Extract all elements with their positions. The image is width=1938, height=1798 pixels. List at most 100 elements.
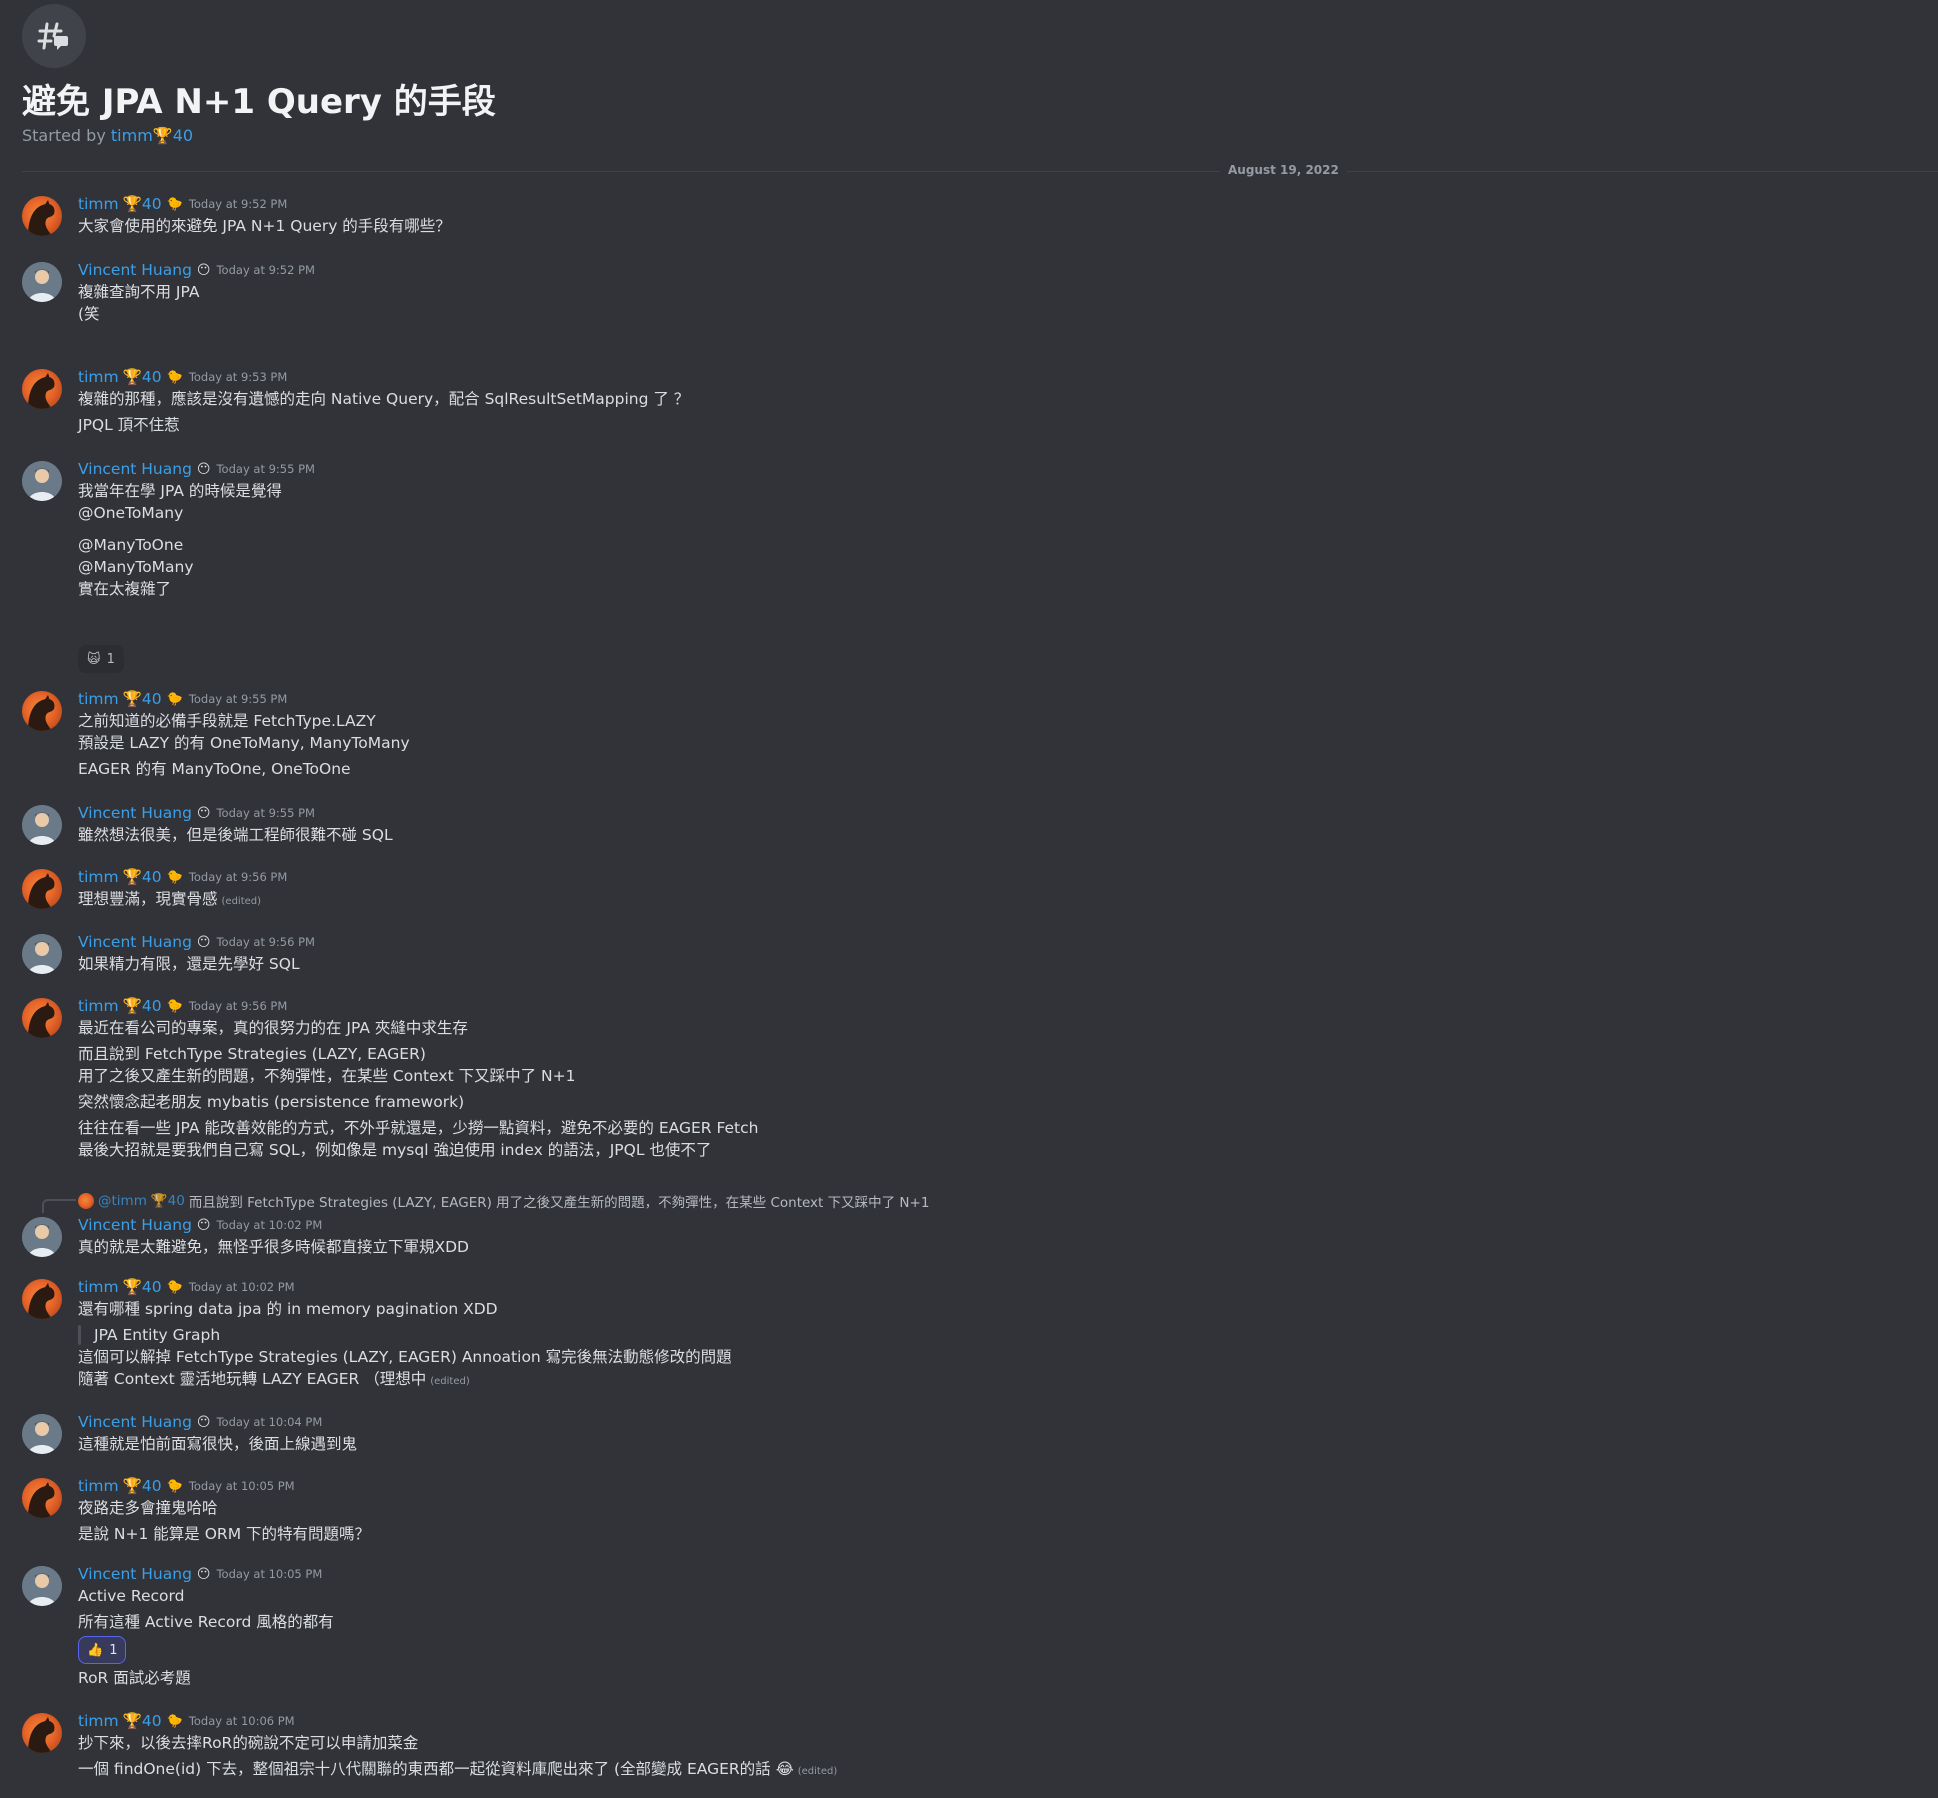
message: timm 🏆40 🐤 Today at 9:55 PM 之前知道的必備手段就是 Fetc… (22, 689, 1902, 778)
message-line: 真的就是太難避免，無怪乎很多時候都直接立下軍規XDD (78, 1238, 469, 1256)
reply-connector (42, 1199, 76, 1213)
username[interactable]: timm (78, 1477, 119, 1495)
trophy-badge: 🏆40 (122, 195, 162, 213)
avatar[interactable] (22, 369, 62, 409)
username[interactable]: timm (78, 1712, 119, 1730)
message-line: 複雜的那種，應該是沒有遺憾的走向 Native Query，配合 SqlResu… (78, 390, 690, 408)
message-line: 複雜查詢不用 JPA (78, 283, 200, 301)
username[interactable]: Vincent Huang (78, 1565, 192, 1583)
timestamp: Today at 10:06 PM (188, 1714, 295, 1728)
face-icon: 😶 (196, 934, 211, 950)
avatar[interactable] (22, 262, 62, 302)
message-line: 理想豐滿，現實骨感 (edited) (78, 890, 262, 908)
trophy-badge: 🏆40 (122, 868, 162, 886)
message-header: Vincent Huang 😶 Today at 9:55 PM (78, 803, 315, 823)
face-icon: 😶 (196, 805, 211, 821)
message-header: timm 🏆40 🐤 Today at 9:55 PM (78, 689, 287, 709)
thread-icon-wrap (22, 4, 86, 68)
message-line: 隨著 Context 靈活地玩轉 LAZY EAGER （理想中 (edited) (78, 1370, 470, 1388)
timestamp: Today at 10:05 PM (188, 1479, 295, 1493)
message-line: Active Record (78, 1587, 185, 1605)
reply-text: 而且說到 FetchType Strategies (LAZY, EAGER) … (188, 1195, 930, 1211)
username[interactable]: Vincent Huang (78, 804, 192, 822)
message: timm 🏆40 🐤 Today at 10:06 PM 抄下來，以後去摔RoR的碗說不… (22, 1711, 1902, 1778)
date-divider-label: August 19, 2022 (1220, 163, 1347, 177)
username[interactable]: Vincent Huang (78, 460, 192, 478)
message-line: 還有哪種 spring data jpa 的 in memory paginat… (78, 1300, 498, 1318)
timestamp: Today at 9:52 PM (188, 197, 288, 211)
message-line: 這個可以解掉 FetchType Strategies (LAZY, EAGER… (78, 1348, 732, 1366)
username[interactable]: timm (78, 997, 119, 1015)
username[interactable]: timm (78, 195, 119, 213)
username[interactable]: Vincent Huang (78, 933, 192, 951)
username[interactable]: Vincent Huang (78, 261, 192, 279)
message-header: Vincent Huang 😶 Today at 9:56 PM (78, 932, 315, 952)
avatar[interactable] (22, 805, 62, 845)
message: timm 🏆40 🐤 Today at 9:56 PM 最近在看公司的專案，真的很努力的… (22, 996, 1902, 1159)
avatar[interactable] (22, 1566, 62, 1606)
username[interactable]: timm (78, 368, 119, 386)
username[interactable]: timm (78, 1278, 119, 1296)
reaction-button[interactable]: 🙀 1 (78, 645, 124, 673)
message-header: Vincent Huang 😶 Today at 10:04 PM (78, 1412, 322, 1432)
message-line: 是說 N+1 能算是 ORM 下的特有問題嗎？ (78, 1525, 370, 1543)
message-line: @ManyToOne (78, 536, 184, 554)
avatar[interactable] (22, 1713, 62, 1753)
message-header: Vincent Huang 😶 Today at 9:52 PM (78, 260, 315, 280)
message-header: timm 🏆40 🐤 Today at 10:02 PM (78, 1277, 295, 1297)
message-line: JPA Entity Graph (94, 1326, 221, 1344)
avatar[interactable] (22, 1217, 62, 1257)
starter-trophy: 🏆40 (152, 126, 194, 145)
username[interactable]: Vincent Huang (78, 1413, 192, 1431)
timestamp: Today at 9:55 PM (188, 692, 288, 706)
avatar[interactable] (22, 998, 62, 1038)
avatar[interactable] (22, 1414, 62, 1454)
username[interactable]: Vincent Huang (78, 1216, 192, 1234)
message-line: 而且說到 FetchType Strategies (LAZY, EAGER) (78, 1045, 426, 1063)
message-line: 預設是 LAZY 的有 OneToMany, ManyToMany (78, 734, 410, 752)
chick-icon: 🐤 (166, 369, 183, 385)
reply-trophy: 🏆40 (150, 1193, 185, 1209)
starter-username[interactable]: timm (111, 126, 153, 145)
date-divider (22, 171, 1938, 172)
reaction-count: 1 (109, 1642, 118, 1658)
username[interactable]: timm (78, 868, 119, 886)
message-line: EAGER 的有 ManyToOne, OneToOne (78, 760, 351, 778)
message: Vincent Huang 😶 Today at 10:04 PM 這種就是怕前面寫很… (22, 1412, 1902, 1454)
avatar[interactable] (22, 869, 62, 909)
face-icon: 😶 (196, 461, 211, 477)
message: timm 🏆40 🐤 Today at 10:02 PM 還有哪種 spring dat… (22, 1277, 1902, 1388)
avatar[interactable] (22, 691, 62, 731)
reaction-button[interactable]: 👍 1 (78, 1636, 127, 1664)
reply-username[interactable]: @timm (98, 1193, 147, 1209)
message: @timm 🏆40 而且說到 FetchType Strategies (LAZY,… (22, 1193, 1902, 1257)
trophy-badge: 🏆40 (122, 368, 162, 386)
timestamp: Today at 9:56 PM (216, 935, 315, 949)
message-line: 大家會使用的來避免 JPA N+1 Query 的手段有哪些？ (78, 217, 451, 235)
avatar[interactable] (22, 1279, 62, 1319)
chick-icon: 🐤 (166, 869, 183, 885)
username[interactable]: timm (78, 690, 119, 708)
avatar[interactable] (22, 1478, 62, 1518)
edited-label: (edited) (221, 896, 262, 907)
timestamp: Today at 10:02 PM (216, 1218, 323, 1232)
edited-label: (edited) (430, 1376, 470, 1387)
message: Vincent Huang 😶 Today at 9:55 PM 雖然想法很美，但是後… (22, 803, 1902, 845)
timestamp: Today at 9:56 PM (188, 999, 288, 1013)
message: timm 🏆40 🐤 Today at 9:56 PM 理想豐滿，現實骨感 (edited… (22, 867, 1902, 909)
avatar[interactable] (22, 934, 62, 974)
reply-preview[interactable]: @timm 🏆40 而且說到 FetchType Strategies (LAZY,… (78, 1191, 929, 1211)
message-line: 最後大招就是要我們自己寫 SQL，例如像是 mysql 強迫使用 index 的… (78, 1141, 712, 1159)
message-line: (笑 (78, 305, 100, 323)
message: Vincent Huang 😶 Today at 9:55 PM 我當年在學 JPA … (22, 459, 1902, 673)
chick-icon: 🐤 (166, 1713, 183, 1729)
avatar[interactable] (22, 461, 62, 501)
avatar[interactable] (22, 196, 62, 236)
chick-icon: 🐤 (166, 196, 183, 212)
face-icon: 😶 (196, 1217, 211, 1233)
message-header: timm 🏆40 🐤 Today at 9:52 PM (78, 194, 287, 214)
trophy-badge: 🏆40 (122, 1477, 162, 1495)
trophy-badge: 🏆40 (122, 1712, 162, 1730)
timestamp: Today at 10:02 PM (188, 1280, 295, 1294)
message-line: RoR 面試必考題 (78, 1669, 191, 1687)
